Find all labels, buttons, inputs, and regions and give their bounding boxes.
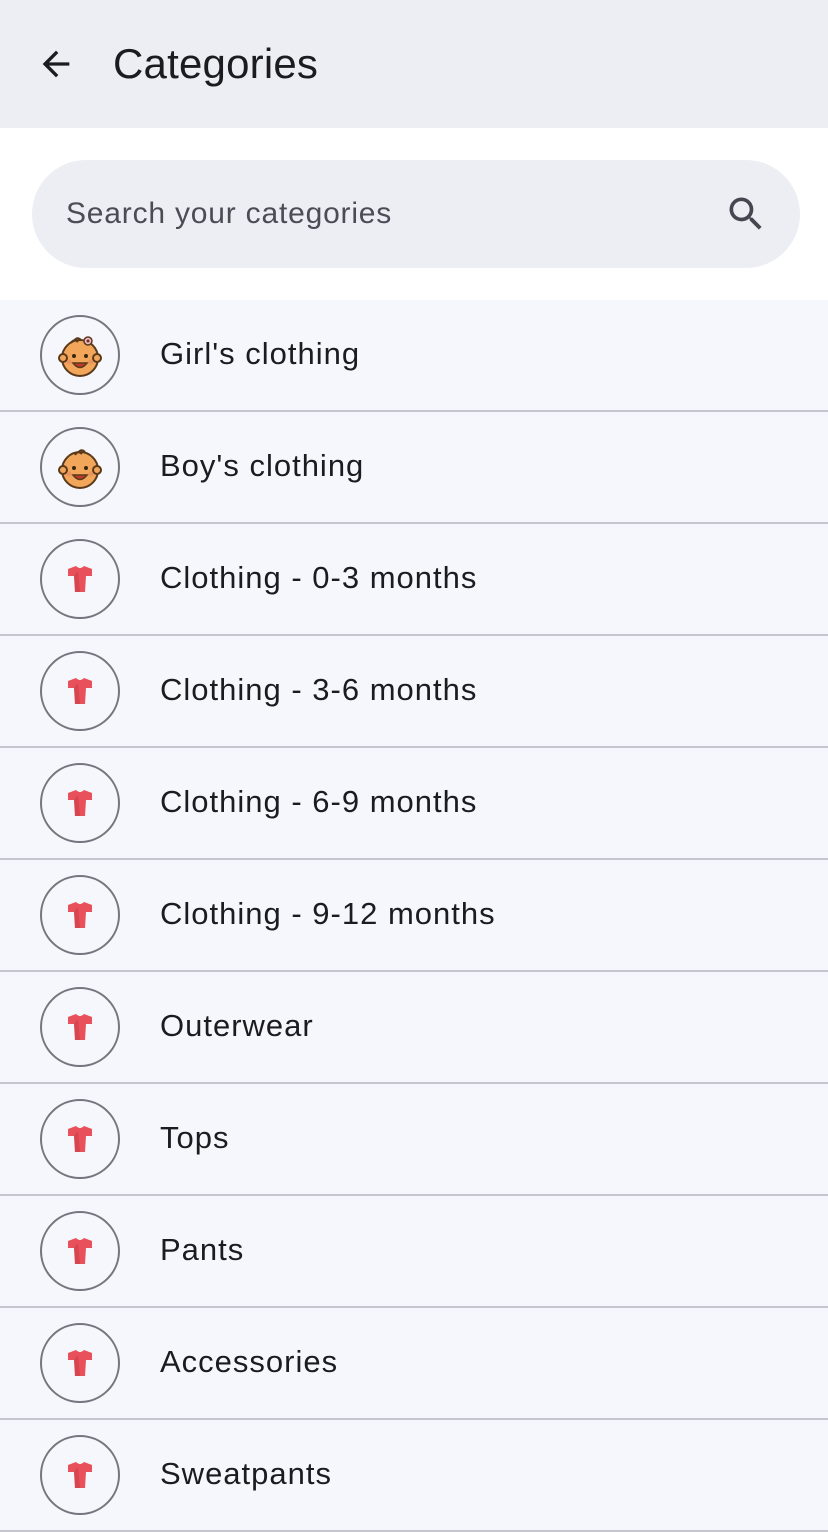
list-item[interactable]: Pants [0,1196,828,1308]
list-item-label: Boy's clothing [160,448,365,483]
avatar [40,1211,120,1291]
list-item[interactable]: Tops [0,1084,828,1196]
shirt-icon [68,678,92,704]
list-item-label: Sweatpants [160,1456,332,1491]
page-title: Categories [113,40,319,87]
avatar [40,1435,120,1515]
avatar [40,315,120,395]
list-item[interactable]: Clothing - 0-3 months [0,524,828,636]
baby-boy-icon [58,449,102,489]
list-item-label: Pants [160,1232,245,1267]
shirt-icon [68,1350,92,1376]
shirt-icon [68,1014,92,1040]
list-item[interactable]: Outerwear [0,972,828,1084]
avatar [40,763,120,843]
back-button[interactable] [28,36,84,92]
search-area [0,128,828,300]
list-item[interactable]: Boy's clothing [0,412,828,524]
list-item[interactable]: Clothing - 6-9 months [0,748,828,860]
top-app-bar: Categories [0,0,828,128]
search-icon[interactable] [722,190,770,238]
avatar [40,1323,120,1403]
shirt-icon [68,1238,92,1264]
avatar [40,427,120,507]
list-item-label: Clothing - 3-6 months [160,672,478,707]
list-item[interactable]: Girl's clothing [0,300,828,412]
shirt-icon [68,902,92,928]
shirt-icon [68,1462,92,1488]
shirt-icon [68,790,92,816]
list-item[interactable]: Accessories [0,1308,828,1420]
list-item-label: Clothing - 0-3 months [160,560,478,595]
list-item[interactable]: Clothing - 3-6 months [0,636,828,748]
avatar [40,1099,120,1179]
list-item[interactable]: Clothing - 9-12 months [0,860,828,972]
baby-girl-icon [58,336,102,377]
shirt-icon [68,566,92,592]
search-input[interactable] [66,197,722,231]
avatar [40,651,120,731]
list-item-label: Tops [160,1120,230,1155]
shirt-icon [68,1126,92,1152]
arrow-back-icon [42,50,70,78]
list-item-label: Accessories [160,1344,339,1379]
list-item-label: Outerwear [160,1008,314,1043]
avatar [40,539,120,619]
category-list: Girl's clothing Boy's clothing Clothing … [0,300,828,1532]
search-bar[interactable] [32,160,800,268]
list-item-label: Clothing - 6-9 months [160,784,478,819]
list-item-label: Girl's clothing [160,336,361,371]
avatar [40,875,120,955]
avatar [40,987,120,1067]
list-item[interactable]: Sweatpants [0,1420,828,1532]
list-item-label: Clothing - 9-12 months [160,896,496,931]
